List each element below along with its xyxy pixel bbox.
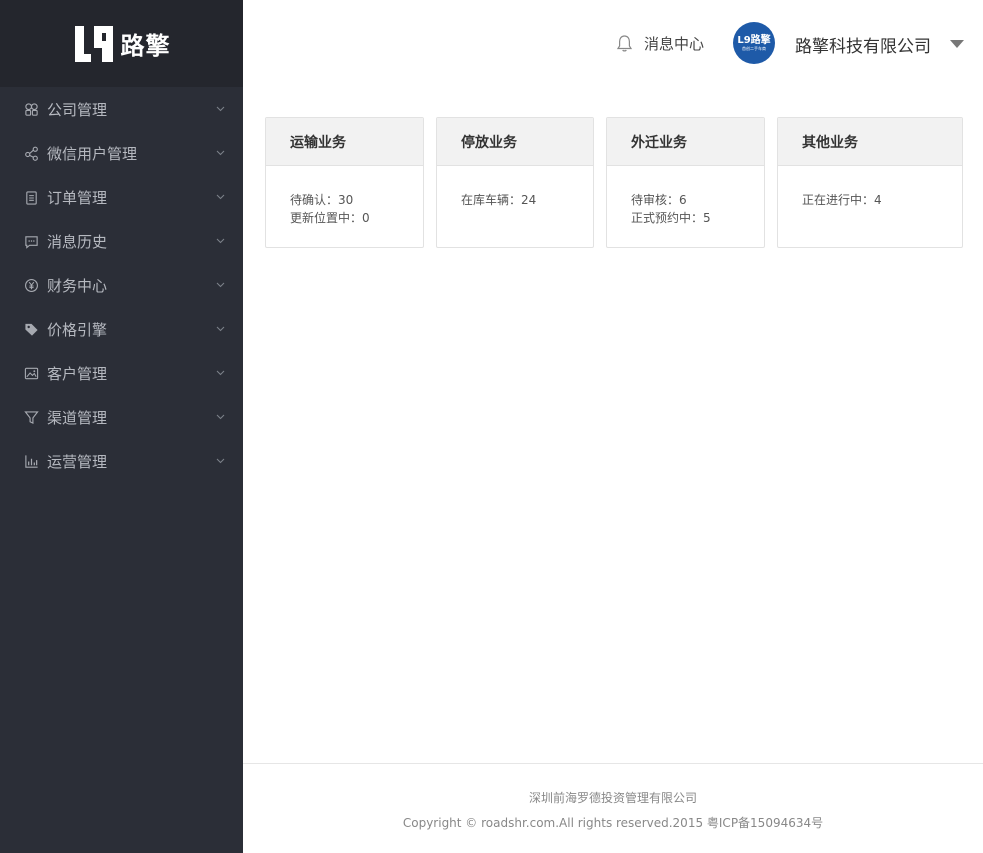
sidebar-item-label: 消息历史: [47, 232, 108, 251]
chevron-down-icon: [215, 324, 225, 334]
logo-bar: 路擎: [0, 0, 243, 87]
card-title: 外迁业务: [631, 134, 687, 151]
image-icon: [23, 365, 39, 381]
footer-copyright: Copyright © roadshr.com.All rights reser…: [402, 816, 824, 830]
card-transport[interactable]: 运输业务 待确认：30 更新位置中：0: [265, 117, 424, 248]
clipboard-icon: [23, 189, 39, 205]
card-body: 正在进行中：4: [778, 166, 962, 209]
sidebar-item-label: 渠道管理: [47, 408, 108, 427]
card-body: 在库车辆：24: [437, 166, 593, 209]
share-icon: [23, 145, 39, 161]
sidebar-item-orders[interactable]: 订单管理: [0, 175, 243, 219]
avatar-logo-subtext: 首创二手车商: [742, 45, 766, 51]
sidebar-item-label: 财务中心: [47, 276, 108, 295]
funnel-icon: [23, 409, 39, 425]
bar-chart-icon: [23, 453, 39, 469]
card-stat: 待确认：30: [290, 193, 354, 207]
sidebar-item-finance[interactable]: 财务中心: [0, 263, 243, 307]
logo[interactable]: 路擎: [73, 24, 171, 64]
chevron-down-icon: [215, 192, 225, 202]
sidebar: 路擎 公司管理 微信用户管理 订单管理 消息历史 财务中心 价格引擎 客户管理 …: [0, 0, 243, 853]
message-center-link[interactable]: 消息中心: [616, 33, 704, 54]
top-header: 消息中心 L9路擎 首创二手车商 路擎科技有限公司: [243, 0, 983, 87]
card-parking[interactable]: 停放业务 在库车辆：24: [436, 117, 594, 248]
sidebar-item-price-engine[interactable]: 价格引擎: [0, 307, 243, 351]
sidebar-item-customers[interactable]: 客户管理: [0, 351, 243, 395]
card-body: 待审核：6 正式预约中：5: [607, 166, 764, 227]
user-company-name[interactable]: 路擎科技有限公司: [795, 32, 931, 57]
card-stat: 正式预约中：5: [631, 211, 711, 225]
building-icon: [23, 101, 39, 117]
chevron-down-icon: [215, 280, 225, 290]
sidebar-menu: 公司管理 微信用户管理 订单管理 消息历史 财务中心 价格引擎 客户管理 渠道管…: [0, 87, 243, 483]
card-title: 运输业务: [290, 134, 346, 151]
sidebar-item-message-history[interactable]: 消息历史: [0, 219, 243, 263]
chevron-down-icon: [215, 148, 225, 158]
chat-icon: [23, 233, 39, 249]
avatar-logo-text: L9路擎: [737, 34, 771, 46]
card-stat: 在库车辆：24: [461, 193, 537, 207]
chevron-down-icon: [215, 412, 225, 422]
card-body: 待确认：30 更新位置中：0: [266, 166, 423, 227]
card-title: 其他业务: [802, 134, 858, 151]
sidebar-item-wechat-users[interactable]: 微信用户管理: [0, 131, 243, 175]
sidebar-item-channels[interactable]: 渠道管理: [0, 395, 243, 439]
card-header: 其他业务: [778, 118, 962, 166]
sidebar-item-company[interactable]: 公司管理: [0, 87, 243, 131]
caret-down-icon[interactable]: [950, 40, 964, 48]
footer: 深圳前海罗德投资管理有限公司 Copyright © roadshr.com.A…: [243, 763, 983, 853]
tag-icon: [23, 321, 39, 337]
chevron-down-icon: [215, 236, 225, 246]
sidebar-item-label: 订单管理: [47, 188, 108, 207]
chevron-down-icon: [215, 456, 225, 466]
bell-icon: [616, 35, 633, 52]
card-header: 停放业务: [437, 118, 593, 166]
card-stat: 更新位置中：0: [290, 211, 370, 225]
business-summary-cards: 运输业务 待确认：30 更新位置中：0 停放业务 在库车辆：24 外迁业务 待审…: [265, 117, 963, 248]
yen-icon: [23, 277, 39, 293]
sidebar-item-label: 微信用户管理: [47, 144, 138, 163]
chevron-down-icon: [215, 104, 225, 114]
sidebar-item-label: 运营管理: [47, 452, 108, 471]
card-title: 停放业务: [461, 134, 517, 151]
sidebar-item-label: 价格引擎: [47, 320, 108, 339]
sidebar-item-label: 公司管理: [47, 100, 108, 119]
avatar[interactable]: L9路擎 首创二手车商: [733, 22, 775, 64]
logo-text: 路擎: [120, 32, 171, 60]
logo-mark-icon: [74, 25, 113, 62]
card-other[interactable]: 其他业务 正在进行中：4: [777, 117, 963, 248]
card-stat: 正在进行中：4: [802, 193, 882, 207]
card-header: 外迁业务: [607, 118, 764, 166]
card-relocation[interactable]: 外迁业务 待审核：6 正式预约中：5: [606, 117, 765, 248]
sidebar-item-operations[interactable]: 运营管理: [0, 439, 243, 483]
chevron-down-icon: [215, 368, 225, 378]
card-stat: 待审核：6: [631, 193, 687, 207]
sidebar-item-label: 客户管理: [47, 364, 108, 383]
footer-company-name: 深圳前海罗德投资管理有限公司: [528, 791, 697, 805]
card-header: 运输业务: [266, 118, 423, 166]
message-center-label: 消息中心: [644, 35, 705, 53]
